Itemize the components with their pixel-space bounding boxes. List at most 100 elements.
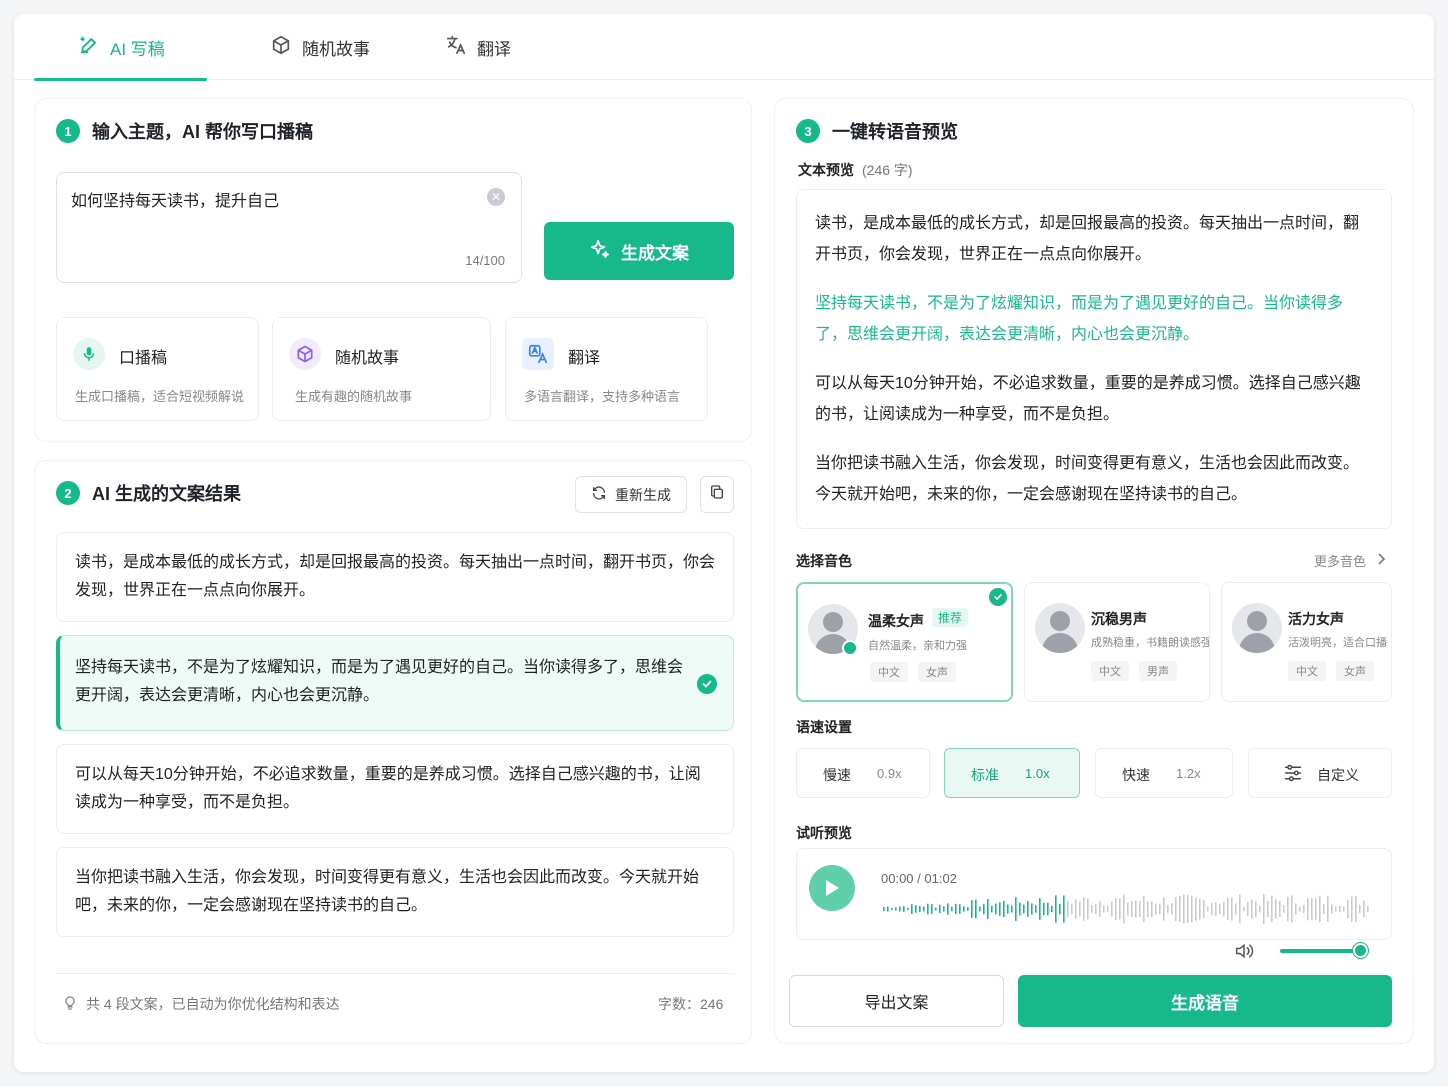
clear-icon[interactable]: ✕	[487, 188, 505, 206]
avatar	[1232, 603, 1282, 653]
speed-label: 快速	[1122, 767, 1150, 783]
preview-paragraph-highlighted: 坚持每天读书，不是为了炫耀知识，而是为了遇见更好的自己。当你读得多了，思维会更开…	[815, 295, 1344, 343]
footer-tip: 共 4 段文案，已自动为你优化结构和表达	[62, 994, 340, 1014]
step3-title: 3 一键转语音预览	[796, 118, 958, 144]
tab-ai-writing[interactable]: AI 写稿	[34, 14, 207, 81]
voice-name: 活力女声	[1288, 611, 1344, 627]
tab-translate[interactable]: 翻译	[445, 14, 511, 80]
play-icon[interactable]	[842, 640, 858, 656]
voice-card-steady-male[interactable]: 沉稳男声 成熟稳重，书籍朗读感强 中文 男声	[1024, 582, 1210, 702]
chevron-right-icon	[1376, 553, 1386, 568]
speed-section-label: 语速设置	[796, 719, 852, 735]
more-voices-label: 更多音色	[1314, 554, 1367, 569]
voice-name: 温柔女声	[868, 613, 924, 629]
text-preview-label: 文本预览 (246 字)	[798, 160, 913, 180]
voice-card-gentle-female[interactable]: 温柔女声 推荐 自然温柔，亲和力强 中文 女声	[796, 582, 1013, 702]
tab-label: AI 写稿	[110, 39, 165, 59]
preview-paragraph: 读书，是成本最低的成长方式，却是回报最高的投资。每天抽出一点时间，翻开书页，你会…	[815, 215, 1360, 263]
refresh-icon	[591, 485, 607, 504]
volume-slider-handle[interactable]	[1353, 943, 1368, 958]
footer-tip-text: 共 4 段文案，已自动为你优化结构和表达	[86, 996, 340, 1012]
preview-paragraph: 可以从每天10分钟开始，不必追求数量，重要的是养成习惯。选择自己感兴趣的书，让阅…	[815, 375, 1361, 423]
volume-icon[interactable]	[1234, 942, 1254, 965]
check-icon	[989, 588, 1007, 606]
copy-button[interactable]	[700, 476, 734, 513]
paragraph-text: 坚持每天读书，不是为了炫耀知识，而是为了遇见更好的自己。当你读得多了，思维会更开…	[75, 659, 684, 704]
translate-icon	[445, 34, 467, 61]
pen-sparkle-icon	[78, 34, 100, 61]
voice-tag: 中文	[870, 662, 908, 682]
export-label: 导出文案	[864, 995, 929, 1012]
preview-char-count: (246 字)	[862, 162, 913, 178]
preview-label-text: 文本预览	[798, 162, 854, 178]
divider	[56, 973, 734, 974]
translate-icon	[522, 338, 554, 370]
playback-time: 00:00 / 01:02	[881, 871, 957, 886]
result-paragraph[interactable]: 当你把读书融入生活，你会发现，时间变得更有意义，生活也会因此而改变。今天就开始吧…	[56, 847, 734, 937]
result-paragraph-selected[interactable]: 坚持每天读书，不是为了炫耀知识，而是为了遇见更好的自己。当你读得多了，思维会更开…	[56, 635, 734, 731]
speed-option-slow[interactable]: 慢速 0.9x	[796, 748, 930, 798]
tab-bar: AI 写稿 随机故事 翻译	[14, 14, 1434, 81]
play-icon	[826, 880, 839, 896]
sparkle-icon	[589, 238, 611, 265]
word-count: 字数：246	[658, 996, 724, 1012]
voice-tag: 女声	[1336, 661, 1374, 681]
regenerate-label: 重新生成	[615, 486, 671, 503]
waveform[interactable]	[881, 889, 1371, 929]
voice-desc: 活泼明亮，适合口播	[1288, 637, 1387, 649]
speed-option-standard[interactable]: 标准 1.0x	[944, 748, 1080, 798]
generate-copy-button[interactable]: 生成文案	[544, 222, 734, 280]
more-voices-link[interactable]: 更多音色	[1314, 551, 1386, 570]
avatar	[1035, 603, 1085, 653]
voice-desc: 成熟稳重，书籍朗读感强	[1091, 637, 1210, 649]
listen-section-label: 试听预览	[796, 825, 852, 841]
step-title-text: AI 生成的文案结果	[92, 484, 242, 504]
generate-copy-label: 生成文案	[621, 243, 689, 263]
microphone-icon	[73, 338, 105, 370]
step1-title: 1 输入主题，AI 帮你写口播稿	[56, 118, 313, 144]
tab-label: 随机故事	[302, 39, 370, 59]
speed-value: 1.0x	[1025, 766, 1050, 781]
tab-label: 翻译	[477, 39, 511, 59]
audio-player: 00:00 / 01:02	[796, 848, 1392, 940]
cube-icon	[289, 338, 321, 370]
step2-title: 2 AI 生成的文案结果	[56, 480, 241, 506]
mode-card-translate[interactable]: 翻译 多语言翻译，支持多种语言	[505, 317, 708, 421]
step-title-text: 一键转语音预览	[832, 122, 958, 142]
mode-desc: 生成有趣的随机故事	[295, 389, 413, 404]
voice-tag: 女声	[918, 662, 956, 682]
speed-option-fast[interactable]: 快速 1.2x	[1095, 748, 1233, 798]
result-paragraph[interactable]: 可以从每天10分钟开始，不必追求数量，重要的是养成习惯。选择自己感兴趣的书，让阅…	[56, 744, 734, 834]
step-number: 1	[56, 119, 80, 143]
mode-title: 口播稿	[119, 350, 168, 367]
result-paragraph[interactable]: 读书，是成本最低的成长方式，却是回报最高的投资。每天抽出一点时间，翻开书页，你会…	[56, 532, 734, 622]
check-icon	[697, 674, 717, 694]
custom-speed-label: 自定义	[1317, 767, 1359, 783]
preview-paragraph: 当你把读书融入生活，你会发现，时间变得更有意义，生活也会因此而改变。今天就开始吧…	[815, 455, 1360, 503]
voice-section-label: 选择音色	[796, 553, 852, 569]
voice-tag: 男声	[1139, 661, 1177, 681]
tab-random-story[interactable]: 随机故事	[270, 14, 370, 80]
cube-icon	[270, 34, 292, 61]
text-preview-box: 读书，是成本最低的成长方式，却是回报最高的投资。每天抽出一点时间，翻开书页，你会…	[796, 189, 1392, 529]
generate-speech-button[interactable]: 生成语音	[1018, 975, 1392, 1027]
paragraph-text: 可以从每天10分钟开始，不必追求数量，重要的是养成习惯。选择自己感兴趣的书，让阅…	[75, 766, 701, 811]
mode-card-broadcast[interactable]: 口播稿 生成口播稿，适合短视频解说	[56, 317, 259, 421]
mode-desc: 生成口播稿，适合短视频解说	[75, 389, 245, 404]
speed-value: 0.9x	[877, 766, 902, 781]
mode-card-story[interactable]: 随机故事 生成有趣的随机故事	[272, 317, 491, 421]
export-copy-button[interactable]: 导出文案	[789, 975, 1004, 1027]
step-number: 2	[56, 481, 80, 505]
step-number: 3	[796, 119, 820, 143]
mode-title: 随机故事	[335, 350, 400, 367]
paragraph-text: 当你把读书融入生活，你会发现，时间变得更有意义，生活也会因此而改变。今天就开始吧…	[75, 869, 700, 914]
voice-tag: 中文	[1288, 661, 1326, 681]
speed-label: 标准	[971, 767, 999, 783]
voice-card-lively-female[interactable]: 活力女声 活泼明亮，适合口播 中文 女声	[1221, 582, 1392, 702]
speed-option-custom[interactable]: 自定义	[1248, 748, 1392, 798]
voice-desc: 自然温柔，亲和力强	[868, 640, 967, 652]
play-button[interactable]	[809, 865, 855, 911]
topic-input[interactable]: 如何坚持每天读书，提升自己 ✕ 14/100	[56, 172, 522, 283]
regenerate-button[interactable]: 重新生成	[575, 476, 687, 513]
speed-value: 1.2x	[1176, 766, 1201, 781]
